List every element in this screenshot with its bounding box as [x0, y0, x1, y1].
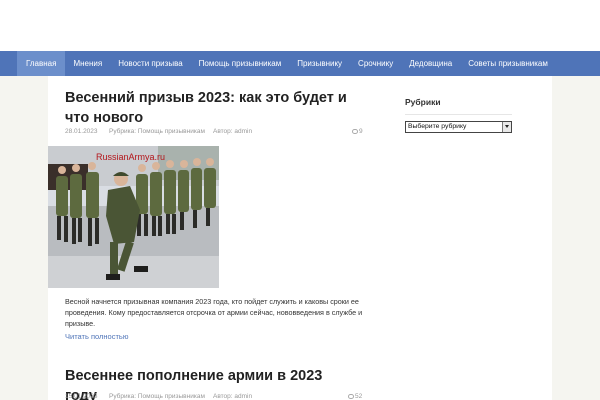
comment-count[interactable]: 9 [352, 128, 363, 135]
category-select-value: Выберите рубрику [408, 123, 467, 130]
post-title[interactable]: Весеннее пополнение армии в 2023 году [65, 366, 350, 400]
post-title[interactable]: Весенний призыв 2023: как это будет и чт… [65, 88, 350, 128]
post-date: 15.01.2023 [65, 393, 98, 400]
nav-item-home[interactable]: Главная [17, 51, 66, 76]
nav-item-help-conscripts[interactable]: Помощь призывникам [191, 51, 290, 76]
comment-count-value: 9 [359, 128, 363, 135]
post-image[interactable]: RussianArmya.ru [48, 146, 219, 288]
site-header [0, 0, 600, 51]
nav-item-serviceman[interactable]: Срочнику [350, 51, 401, 76]
comment-icon [352, 128, 358, 134]
sidebar-widget-title: Рубрики [405, 97, 441, 107]
post-excerpt: Весной начнется призывная компания 2023 … [65, 297, 363, 328]
nav-item-hazing[interactable]: Дедовщина [401, 51, 460, 76]
comment-count[interactable]: 52 [348, 393, 362, 400]
read-more-link[interactable]: Читать полностью [65, 332, 128, 341]
post-author: Автор: admin [213, 393, 253, 400]
nav-item-conscript[interactable]: Призывнику [289, 51, 350, 76]
main-navigation: Главная Мнения Новости призыва Помощь пр… [0, 51, 600, 76]
nav-item-advice[interactable]: Советы призывникам [460, 51, 556, 76]
image-watermark: RussianArmya.ru [96, 152, 165, 162]
sidebar-divider [405, 114, 512, 115]
post-category[interactable]: Рубрика: Помощь призывникам [109, 393, 205, 400]
main-content: Весенний призыв 2023: как это будет и чт… [48, 76, 552, 400]
post-date: 28.01.2023 [65, 128, 98, 135]
comment-icon [348, 393, 354, 399]
category-select[interactable]: Выберите рубрику [405, 121, 512, 133]
chevron-down-icon[interactable] [502, 122, 511, 132]
nav-item-draft-news[interactable]: Новости призыва [110, 51, 190, 76]
post-author: Автор: admin [213, 128, 253, 135]
nav-item-opinions[interactable]: Мнения [65, 51, 110, 76]
soldiers-photo: RussianArmya.ru [48, 146, 219, 288]
comment-count-value: 52 [355, 393, 363, 400]
post-category[interactable]: Рубрика: Помощь призывникам [109, 128, 205, 135]
